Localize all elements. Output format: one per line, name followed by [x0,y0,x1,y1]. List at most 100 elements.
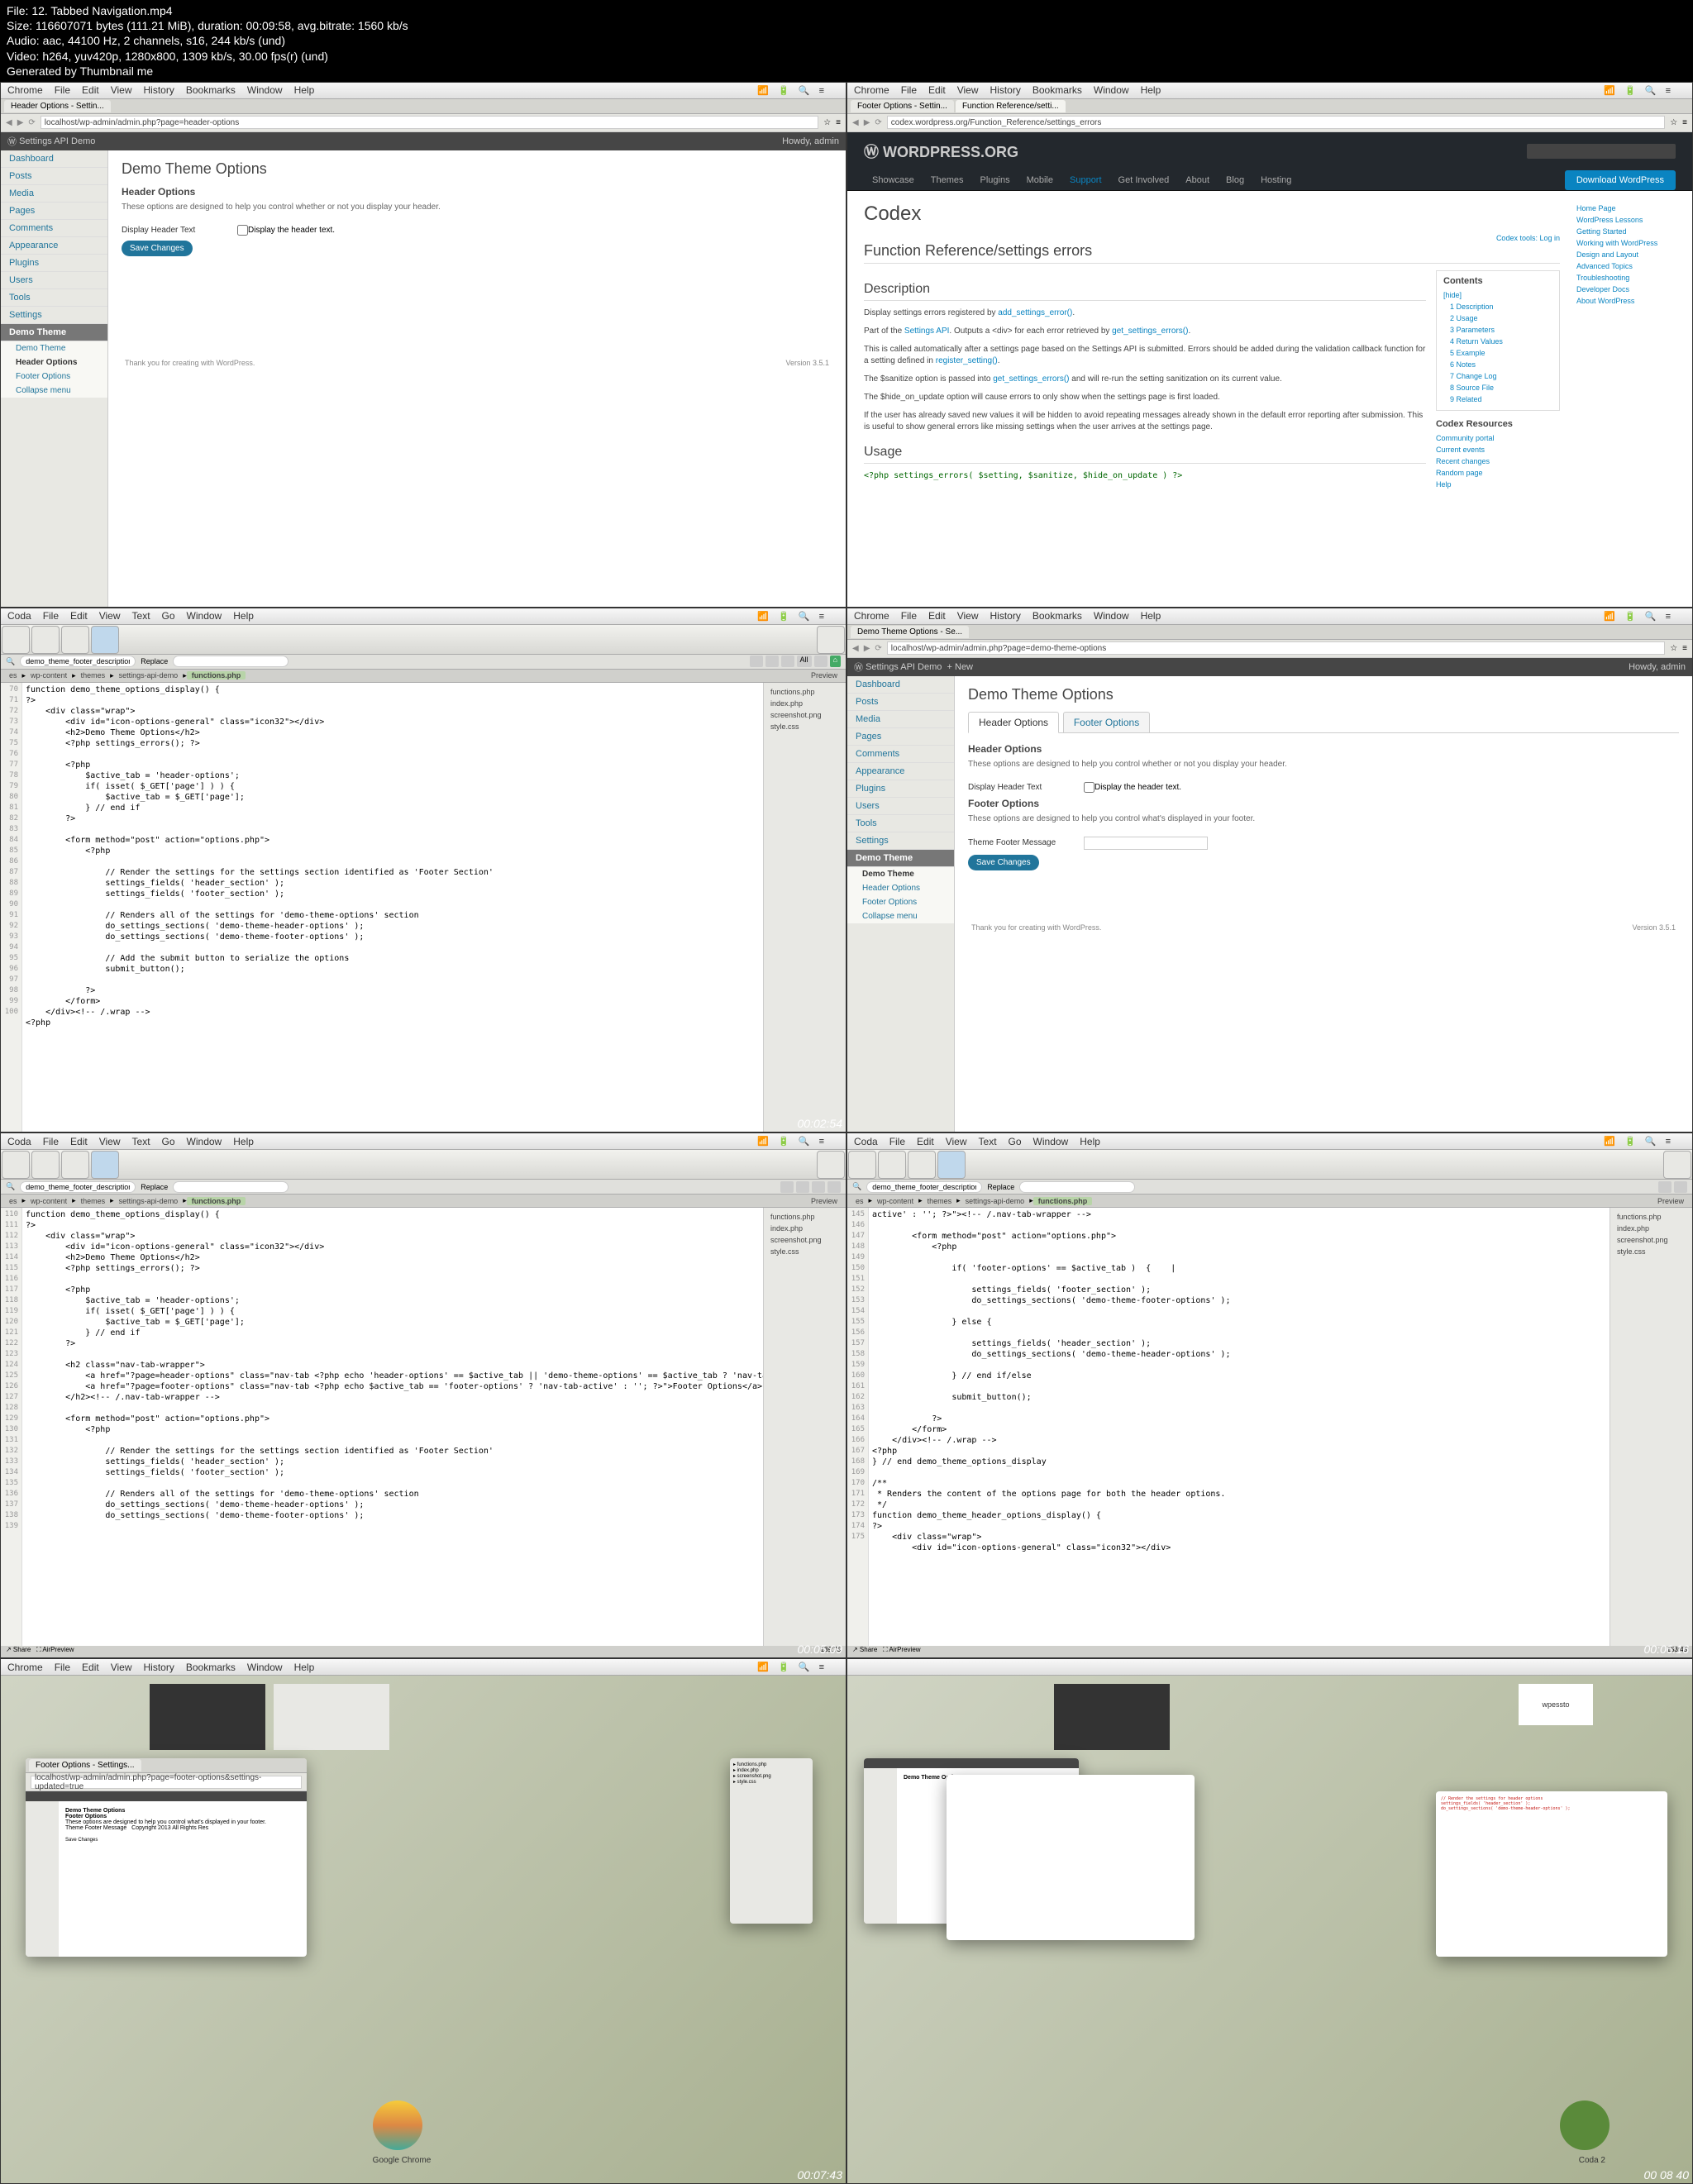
display-header-checkbox[interactable] [1084,782,1094,793]
wp-logo-icon[interactable]: Ⓦ [7,135,17,148]
replace-input[interactable] [173,656,289,667]
expose-window-wp[interactable]: Footer Options - Settings... localhost/w… [26,1758,307,1957]
nav-support[interactable]: Support [1061,170,1110,190]
url-field[interactable]: localhost/wp-admin/admin.php?page=header… [41,116,818,129]
menu-help[interactable]: Help [294,84,315,96]
save-button[interactable]: Save Changes [968,855,1039,870]
menu-app[interactable]: Chrome [7,84,43,96]
browser-tab-1[interactable]: Footer Options - Settin... [851,100,954,112]
tab-footer-options[interactable]: Footer Options [1063,712,1150,732]
coda-add-icon[interactable] [817,626,845,654]
menubar[interactable]: CodaFileEditViewTextGoWindowHelp 📶 🔋 🔍 ≡ [1,608,846,625]
display-header-checkbox[interactable] [237,225,248,236]
forward-icon[interactable]: ▶ [864,118,870,127]
nav-mobile[interactable]: Mobile [1018,170,1061,190]
sidebar-sub-header[interactable]: Header Options [1,355,107,370]
url-field[interactable]: codex.wordpress.org/Function_Reference/s… [887,116,1665,129]
home-icon[interactable]: ⌂ [830,656,841,667]
save-button[interactable]: Save Changes [122,241,193,256]
coda-files-icon[interactable] [31,626,60,654]
coda-app-icon[interactable] [1560,2101,1610,2150]
find-input[interactable] [20,656,136,667]
file-item[interactable]: screenshot.png [767,709,842,721]
sidebar-sub-demo[interactable]: Demo Theme [1,341,107,355]
sidebar-item-tools[interactable]: Tools [1,289,107,307]
reload-icon[interactable]: ⟳ [875,644,881,653]
sidebar-item-plugins[interactable]: Plugins [1,255,107,272]
howdy[interactable]: Howdy, admin [782,136,839,146]
close-icon[interactable] [814,656,827,667]
sidebar-item-dashboard[interactable]: Dashboard [1,150,107,168]
desktop-thumb[interactable] [274,1684,389,1750]
sidebar-item-appearance[interactable]: Appearance [1,237,107,255]
sidebar-item-demo-theme[interactable]: Demo Theme [1,324,107,341]
star-icon[interactable]: ☆ [823,118,831,127]
back-icon[interactable]: ◀ [852,118,859,127]
code-editor[interactable]: function demo_theme_options_display() { … [22,1208,763,1646]
nav-hosting[interactable]: Hosting [1252,170,1300,190]
nav-getinvolved[interactable]: Get Involved [1110,170,1178,190]
footer-message-input[interactable] [1084,837,1208,850]
link-register-setting[interactable]: register_setting() [936,356,998,365]
wrench-icon[interactable]: ≡ [1682,118,1687,127]
file-item[interactable]: style.css [767,721,842,732]
browser-tab-2[interactable]: Function Reference/setti... [956,100,1066,112]
desktop-thumb[interactable] [1054,1684,1170,1750]
find-next-icon[interactable] [765,656,779,667]
browser-tab[interactable]: Header Options - Settin... [4,100,111,112]
active-file[interactable]: functions.php [187,671,246,680]
sidebar-item-posts[interactable]: Posts [1,168,107,185]
site-name[interactable]: Settings API Demo [19,136,95,146]
url-field[interactable]: localhost/wp-admin/admin.php?page=demo-t… [887,641,1665,655]
menubar[interactable]: ChromeFileEditViewHistoryBookmarksWindow… [847,83,1692,99]
nav-plugins[interactable]: Plugins [972,170,1018,190]
find-input[interactable] [866,1181,982,1193]
link-settings-api[interactable]: Settings API [904,327,949,336]
expose-window-coda[interactable]: // Render the settings for header option… [1436,1791,1667,1957]
sidebar-item-comments[interactable]: Comments [1,220,107,237]
sidebar-item-pages[interactable]: Pages [1,203,107,220]
menu-view[interactable]: View [111,84,132,96]
menubar[interactable]: Chrome File Edit View History Bookmarks … [1,83,846,99]
wrench-icon[interactable]: ≡ [836,118,841,127]
wporg-search-input[interactable] [1527,144,1676,159]
code-editor[interactable]: function demo_theme_options_display() { … [22,683,763,1133]
download-button[interactable]: Download WordPress [1565,170,1676,190]
tab-header-options[interactable]: Header Options [968,712,1059,733]
replace-all-btn[interactable]: All [797,656,812,667]
menu-edit[interactable]: Edit [82,84,99,96]
nav-blog[interactable]: Blog [1218,170,1252,190]
expose-window-codex[interactable] [947,1775,1195,1940]
replace-btn[interactable] [781,656,794,667]
back-icon[interactable]: ◀ [852,644,859,653]
wrench-icon[interactable]: ≡ [1682,644,1687,653]
new-button[interactable]: + New [947,662,974,672]
link-get-settings-errors[interactable]: get_settings_errors() [1112,327,1188,336]
codex-tools[interactable]: Codex tools: Log in [864,234,1560,242]
menu-window[interactable]: Window [247,84,283,96]
code-editor[interactable]: active' : ''; ?>"><!-- /.nav-tab-wrapper… [869,1208,1610,1646]
star-icon[interactable]: ☆ [1670,644,1677,653]
menu-history[interactable]: History [144,84,174,96]
browser-tabbar[interactable]: Footer Options - Settin... Function Refe… [847,99,1692,114]
find-prev-icon[interactable] [750,656,763,667]
preview-tab[interactable]: Preview [806,671,842,680]
star-icon[interactable]: ☆ [1670,118,1677,127]
link-add-settings-error[interactable]: add_settings_error() [998,308,1072,317]
coda-sites-icon[interactable] [2,626,30,654]
sidebar-item-media[interactable]: Media [1,185,107,203]
sidebar-item-users[interactable]: Users [1,272,107,289]
reload-icon[interactable]: ⟳ [28,118,35,127]
chrome-app-icon[interactable] [373,2101,422,2150]
browser-tabbar[interactable]: Header Options - Settin... [1,99,846,114]
reload-icon[interactable]: ⟳ [875,118,881,127]
file-item[interactable]: functions.php [767,686,842,698]
wordpress-logo[interactable]: Ⓦ WORDPRESS.ORG [864,141,1018,162]
browser-tab[interactable]: Demo Theme Options - Se... [851,626,969,638]
desktop-thumb[interactable] [150,1684,265,1750]
sidebar-collapse[interactable]: Collapse menu [1,384,107,398]
nav-about[interactable]: About [1177,170,1218,190]
sidebar-item-settings[interactable]: Settings [1,307,107,324]
file-item[interactable]: index.php [767,698,842,709]
coda-clips-icon[interactable] [61,626,89,654]
